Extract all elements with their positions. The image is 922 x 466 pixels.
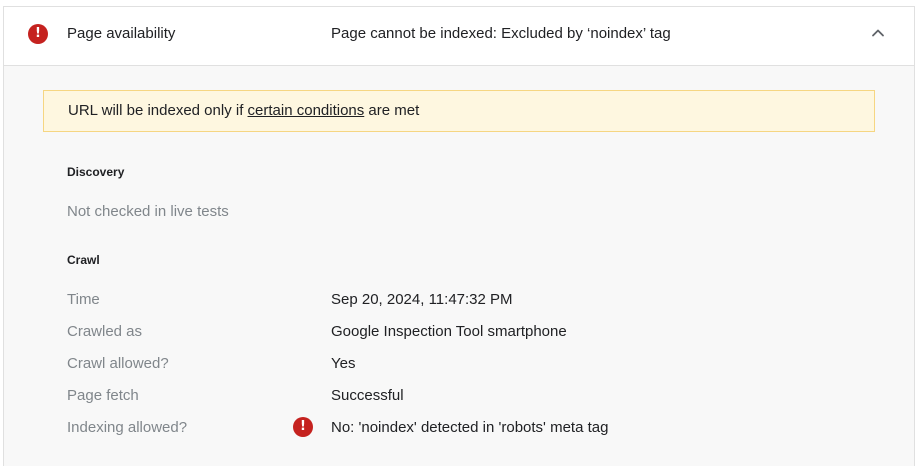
notice-text-suffix: are met	[364, 102, 420, 119]
crawl-section-title: Crawl	[67, 253, 100, 267]
section-label: Page availability	[67, 25, 176, 42]
error-icon: !	[28, 24, 48, 44]
crawl-row-indexing-allowed: Indexing allowed? ! No: 'noindex' detect…	[4, 417, 914, 443]
row-label: Time	[67, 291, 100, 308]
discovery-section-title: Discovery	[67, 165, 125, 179]
row-value: Yes	[331, 355, 356, 372]
indexing-conditions-notice: URL will be indexed only if certain cond…	[43, 90, 875, 132]
page-availability-header[interactable]: ! Page availability Page cannot be index…	[4, 7, 914, 66]
row-label: Indexing allowed?	[67, 419, 188, 436]
error-icon: !	[293, 417, 313, 437]
row-value: Successful	[331, 387, 404, 404]
notice-text-prefix: URL will be indexed only if	[68, 102, 248, 119]
row-label: Crawled as	[67, 323, 143, 340]
row-label: Crawl allowed?	[67, 355, 169, 372]
crawl-row-crawled-as: Crawled as Google Inspection Tool smartp…	[4, 323, 914, 347]
crawl-row-time: Time Sep 20, 2024, 11:47:32 PM	[4, 291, 914, 315]
row-value: Sep 20, 2024, 11:47:32 PM	[331, 291, 513, 308]
page-availability-panel: ! Page availability Page cannot be index…	[3, 6, 915, 466]
row-value: No: 'noindex' detected in 'robots' meta …	[331, 419, 609, 436]
indexing-status: Page cannot be indexed: Excluded by ‘noi…	[331, 25, 671, 42]
certain-conditions-link[interactable]: certain conditions	[248, 102, 365, 119]
crawl-row-page-fetch: Page fetch Successful	[4, 387, 914, 411]
row-value: Google Inspection Tool smartphone	[331, 323, 567, 340]
discovery-note: Not checked in live tests	[67, 203, 229, 220]
crawl-row-crawl-allowed: Crawl allowed? Yes	[4, 355, 914, 379]
chevron-up-icon[interactable]	[866, 21, 890, 45]
row-label: Page fetch	[67, 387, 139, 404]
